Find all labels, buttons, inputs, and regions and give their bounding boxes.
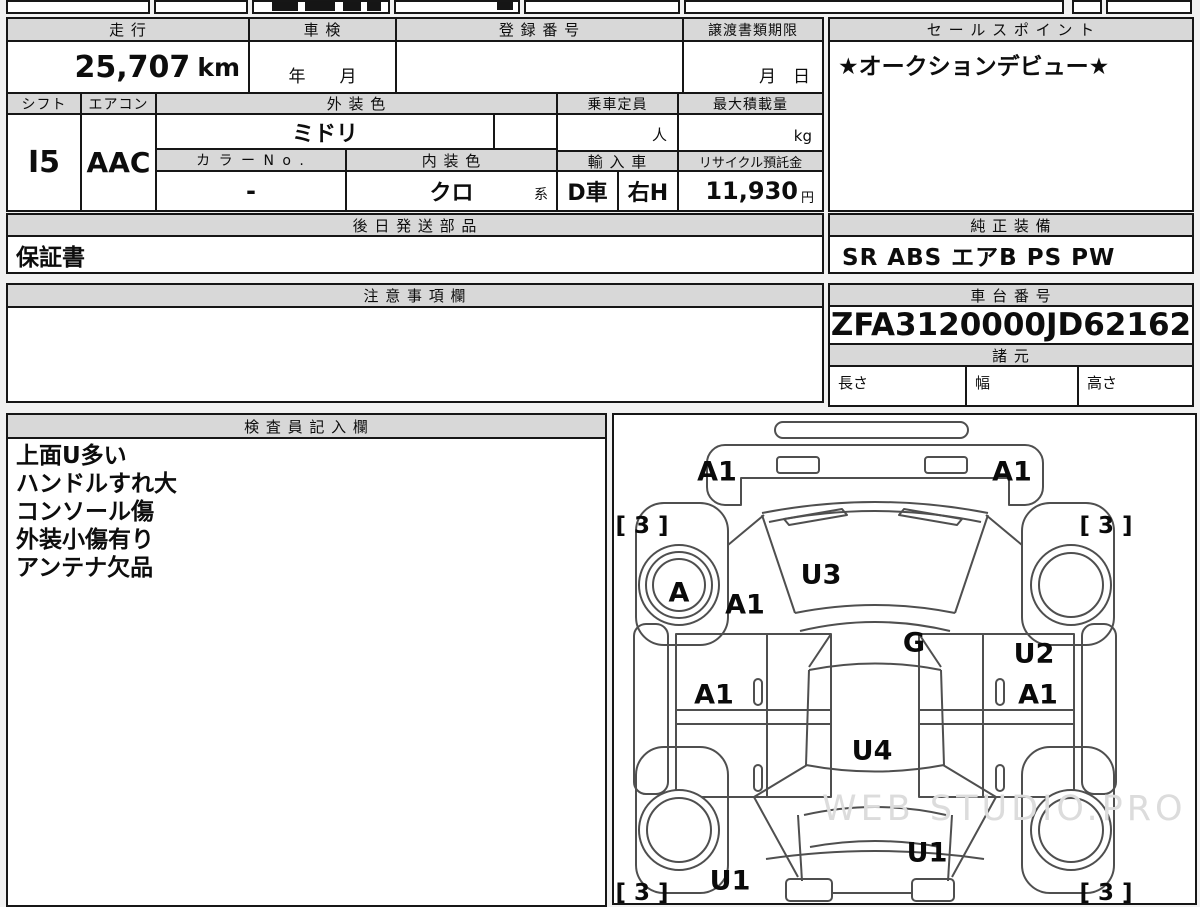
inspector-note: アンテナ欠品 <box>16 555 154 581</box>
chassis-no-header: 車 台 番 号 <box>828 283 1194 307</box>
aircon-value: AAC <box>80 113 157 212</box>
damage-marker-3: [ 3 ] <box>615 513 669 539</box>
recycle-deposit-amount: 11,930 <box>705 177 798 205</box>
inspector-box: 上面U多い ハンドルすれ大 コンソール傷 外装小傷有り アンテナ欠品 <box>6 437 607 907</box>
recycle-deposit-header: リサイクル預託金 <box>677 150 824 172</box>
sales-point-header: セ ー ル ス ポ イ ン ト <box>828 17 1194 42</box>
auction-sheet: { "colors": {"header_fill":"#d8d8d8","bo… <box>0 0 1200 907</box>
cautions-header: 注 意 事 項 欄 <box>6 283 824 308</box>
equipment-header: 純 正 装 備 <box>828 213 1194 237</box>
damage-marker-g: G <box>902 627 926 659</box>
interior-color-header: 内 装 色 <box>345 148 558 172</box>
capacity-header: 乗車定員 <box>556 92 679 115</box>
max-load-header: 最大積載量 <box>677 92 824 115</box>
damage-marker-a1: A1 <box>725 589 765 621</box>
cutoff-cell <box>1072 0 1102 14</box>
inspector-note: ハンドルすれ大 <box>16 471 177 497</box>
interior-color-suffix: 系 <box>534 187 548 203</box>
later-parts-value: 保証書 <box>6 235 824 274</box>
width-cell: 幅 <box>965 365 1079 407</box>
later-parts-header: 後 日 発 送 部 品 <box>6 213 824 237</box>
damage-marker-u1: U1 <box>906 837 948 869</box>
exterior-color-value: ミドリ <box>155 113 495 150</box>
shift-header: シフト <box>6 92 82 115</box>
interior-color-value: クロ 系 <box>345 170 558 212</box>
cutoff-cell <box>6 0 150 14</box>
transfer-deadline-header: 譲渡書類期限 <box>682 17 824 42</box>
color-no-value: - <box>155 170 347 212</box>
recycle-deposit-unit: 円 <box>800 190 814 206</box>
damage-marker-u2: U2 <box>1013 638 1055 670</box>
import-car-value-2: 右H <box>617 170 679 212</box>
shift-value: I5 <box>6 113 82 212</box>
equipment-value: SR ABS エアB PS PW <box>828 235 1194 274</box>
damage-marker-3: [ 3 ] <box>1079 880 1133 905</box>
cutoff-row-fragment <box>367 2 381 11</box>
length-cell: 長さ <box>828 365 967 407</box>
damage-marker-u4: U4 <box>851 735 893 767</box>
inspection-header: 車 検 <box>248 17 397 42</box>
watermark: WEB STUDIO.PRO <box>822 789 1187 829</box>
mileage-unit: km <box>197 52 240 82</box>
cautions-box <box>6 306 824 403</box>
damage-diagram: WEB STUDIO.PRO A1 A1 [3] [3] A A1 U3… <box>612 413 1197 905</box>
height-cell: 高さ <box>1077 365 1194 407</box>
mileage-header: 走 行 <box>6 17 250 42</box>
damage-marker-u1: U1 <box>709 865 751 897</box>
registration-value <box>395 40 684 94</box>
sales-point-value: ★オークションデビュー★ <box>828 40 1194 212</box>
damage-marker-u3: U3 <box>800 559 842 591</box>
exterior-color-code-cell <box>493 113 558 150</box>
damage-marker-a1: A1 <box>697 456 737 488</box>
cutoff-row-fragment <box>305 1 335 11</box>
transfer-deadline-value: 月 日 <box>682 40 824 94</box>
cutoff-cell <box>684 0 1064 14</box>
color-no-header: カ ラ ー N o . <box>155 148 347 172</box>
cutoff-cell <box>524 0 680 14</box>
damage-marker-a1: A1 <box>694 679 734 711</box>
mileage-value: 25,707 km <box>6 40 250 94</box>
cutoff-row-fragment <box>497 2 513 10</box>
dimensions-header: 諸 元 <box>828 343 1194 367</box>
import-car-header: 輸 入 車 <box>556 150 679 172</box>
inspector-note: 外装小傷有り <box>16 527 154 553</box>
rear-left-wheel <box>638 789 720 871</box>
damage-marker-a1: A1 <box>992 456 1032 488</box>
max-load-value: kg <box>677 113 824 152</box>
damage-marker-a: A <box>668 577 690 609</box>
car-top-view <box>633 421 1117 902</box>
registration-header: 登 録 番 号 <box>395 17 684 42</box>
front-right-wheel <box>1030 544 1112 626</box>
inspector-note: 上面U多い <box>16 443 127 469</box>
damage-marker-a1: A1 <box>1018 679 1058 711</box>
cutoff-cell <box>154 0 248 14</box>
exterior-color-header: 外 装 色 <box>155 92 558 115</box>
chassis-no-value: ZFA3120000JD62162 <box>828 305 1194 345</box>
recycle-deposit-value: 11,930 円 <box>677 170 824 212</box>
capacity-value: 人 <box>556 113 679 152</box>
import-car-value-1: D車 <box>556 170 619 212</box>
cutoff-cell <box>1106 0 1192 14</box>
inspection-value: 年 月 <box>248 40 397 94</box>
interior-color-name: クロ <box>429 181 474 206</box>
aircon-header: エアコン <box>80 92 157 115</box>
cutoff-row-fragment <box>272 2 298 11</box>
damage-marker-3: [ 3 ] <box>1079 513 1133 539</box>
cutoff-row-fragment <box>343 2 361 11</box>
damage-marker-3: [ 3 ] <box>615 880 669 905</box>
mileage-number: 25,707 <box>74 49 191 85</box>
inspector-note: コンソール傷 <box>16 499 154 525</box>
inspector-header: 検 査 員 記 入 欄 <box>6 413 607 439</box>
